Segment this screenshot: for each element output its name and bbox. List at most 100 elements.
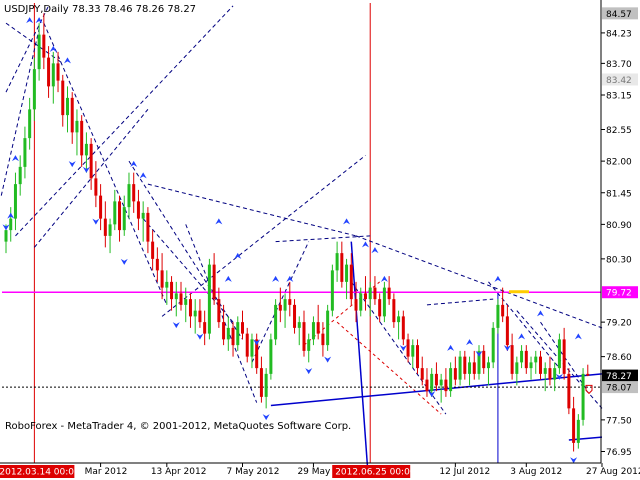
- candle-body: [449, 368, 453, 392]
- chart-symbol: USDJPY,Daily: [4, 4, 69, 15]
- candle-body: [241, 322, 244, 334]
- candle-body: [586, 373, 590, 376]
- candle-body: [463, 356, 467, 374]
- candle-body: [425, 379, 429, 392]
- candle-body: [13, 184, 17, 219]
- x-tick-label: 3 Aug 2012: [510, 467, 562, 477]
- candle-body: [297, 322, 301, 328]
- candle-body: [501, 304, 505, 317]
- candle-body: [567, 373, 571, 409]
- candle-body: [453, 368, 457, 380]
- candle-body: [278, 304, 282, 311]
- y-tick-label: 83.70: [606, 60, 632, 70]
- candle-body: [486, 362, 490, 369]
- candle-body: [23, 138, 27, 167]
- candle-body: [368, 287, 372, 300]
- x-tick-label: 27 Aug 2012: [586, 467, 640, 477]
- candle-body: [56, 63, 60, 81]
- candle-body: [326, 310, 330, 346]
- candle-body: [397, 316, 401, 323]
- candle-body: [207, 264, 211, 334]
- candle-body: [491, 327, 495, 363]
- candle-body: [103, 218, 107, 236]
- candle-body: [557, 339, 561, 369]
- x-tick-label: 13 Apr 2012: [151, 467, 207, 477]
- candle-body: [113, 201, 117, 225]
- chart-copyright: RoboForex - MetaTrader 4, © 2001-2012, M…: [5, 421, 351, 432]
- candle-body: [345, 264, 349, 282]
- candle-body: [378, 299, 382, 317]
- candle-body: [359, 293, 363, 311]
- candle-body: [302, 322, 306, 351]
- candle-body: [496, 304, 500, 328]
- candle-body: [188, 299, 192, 317]
- candle-body: [321, 333, 325, 346]
- candle-body: [47, 57, 51, 87]
- candle-body: [543, 368, 547, 374]
- candle-body: [269, 339, 273, 374]
- candle-body: [226, 327, 230, 340]
- candle-body: [141, 212, 145, 219]
- candle-body: [581, 373, 585, 420]
- candle-body: [75, 120, 79, 133]
- chart-ohlc: 78.33 78.46 78.26 78.27: [72, 4, 196, 15]
- candle-body: [174, 293, 178, 300]
- candle-body: [472, 362, 476, 374]
- y-tick-label: 82.55: [606, 126, 632, 136]
- candle-body: [354, 299, 358, 311]
- candle-body: [28, 109, 32, 139]
- y-tick-label: 80.90: [606, 221, 632, 231]
- candle-body: [151, 241, 155, 259]
- candle-body: [89, 143, 93, 179]
- candle-body: [373, 287, 377, 300]
- candle-body: [439, 379, 443, 386]
- candle-body: [505, 316, 509, 346]
- candle-body: [468, 362, 472, 374]
- candle-body: [160, 270, 164, 288]
- candle-body: [538, 356, 542, 374]
- candle-body: [416, 345, 420, 369]
- candle-body: [458, 356, 462, 380]
- candle-body: [349, 264, 353, 300]
- candle-body: [401, 316, 405, 340]
- candle-body: [245, 333, 249, 357]
- y-tick-label: 79.20: [606, 319, 632, 329]
- y-tick-label: 83.15: [606, 92, 632, 102]
- candle-body: [406, 339, 410, 357]
- candle-body: [136, 201, 140, 219]
- y-tick-label: 82.00: [606, 158, 632, 168]
- candle-body: [382, 287, 386, 317]
- price-tag-label: 83.42: [606, 76, 632, 86]
- candle-body: [430, 373, 434, 392]
- candle-body: [311, 322, 315, 340]
- candle-body: [61, 80, 65, 116]
- candle-body: [283, 299, 287, 311]
- candle-body: [316, 322, 320, 334]
- candle-body: [293, 304, 297, 328]
- y-tick-label: 80.30: [606, 255, 632, 265]
- candle-body: [335, 253, 339, 271]
- y-tick-label: 77.50: [606, 416, 632, 426]
- candle-body: [65, 97, 69, 116]
- candle-body: [515, 362, 519, 374]
- candle-body: [99, 195, 103, 219]
- x-tick-label: Mar 2012: [85, 467, 128, 477]
- candle-body: [411, 345, 415, 357]
- candle-body: [80, 120, 84, 156]
- y-tick-label: 76.95: [606, 448, 632, 458]
- y-tick-label: 84.23: [606, 29, 632, 39]
- candle-body: [274, 304, 278, 340]
- candle-body: [387, 287, 391, 300]
- candle-body: [37, 34, 41, 70]
- candle-body: [222, 322, 226, 340]
- candle-body: [231, 327, 235, 346]
- candle-body: [94, 178, 98, 196]
- candle-body: [520, 350, 524, 363]
- candle-body: [576, 419, 580, 443]
- price-tag-label: 78.07: [606, 384, 632, 394]
- candle-body: [510, 345, 514, 374]
- candle-body: [32, 69, 36, 110]
- candle-body: [330, 270, 334, 311]
- chart-background: [0, 0, 640, 480]
- candle-body: [51, 63, 55, 87]
